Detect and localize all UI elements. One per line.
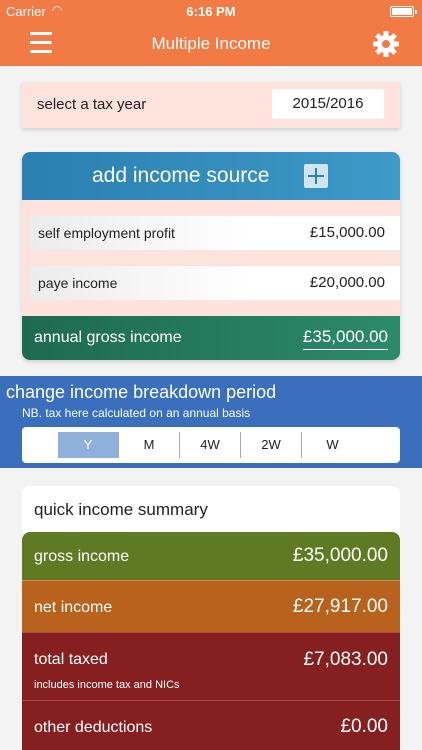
summary-net-label: net income [34,599,113,616]
period-option-year[interactable]: Y [58,432,119,458]
period-segmented-control: Y M 4W 2W W [22,427,400,463]
period-title: change income breakdown period [6,382,277,402]
summary-taxed-label: total taxed [34,651,108,668]
tax-year-label: select a tax year [37,96,147,113]
quick-income-summary: quick income summary gross income £35,00… [22,486,400,750]
income-source-name: self employment profit [38,225,175,241]
summary-net-income: net income £27,917.00 [22,580,400,632]
summary-other-amount: £0.00 [340,716,388,737]
annual-gross-income-label: annual gross income [34,329,182,346]
page-title: Multiple Income [151,34,271,53]
summary-gross-amount: £35,000.00 [292,545,388,566]
summary-taxed-amount: £7,083.00 [303,649,388,670]
battery-icon [390,6,417,17]
annual-gross-income-row: annual gross income £35,000.00 [22,316,400,360]
summary-net-amount: £27,917.00 [292,596,388,617]
annual-gross-income-amount: £35,000.00 [302,327,388,350]
income-breakdown-period: change income breakdown period NB. tax h… [0,376,422,468]
income-source-amount: £15,000.00 [309,224,385,241]
income-source-amount: £20,000.00 [309,274,385,291]
add-income-source-label: add income source [92,164,270,187]
clock: 6:16 PM [186,4,236,19]
summary-other-label: other deductions [34,719,153,736]
tax-year-selector[interactable]: select a tax year 2015/2016 [22,82,400,128]
status-bar: Carrier ◠ 6:16 PM [0,0,422,22]
plus-icon[interactable] [304,164,328,188]
income-source-row[interactable]: self employment profit £15,000.00 [30,216,400,250]
period-option-2-week[interactable]: 2W [241,432,302,458]
income-sources-card: add income source self employment profit… [22,152,400,360]
period-note: NB. tax here calculated on an annual bas… [22,406,251,420]
add-income-source-button[interactable]: add income source [22,152,400,200]
period-option-week[interactable]: W [302,432,363,458]
summary-gross-label: gross income [34,548,130,565]
income-source-row[interactable]: paye income £20,000.00 [30,266,400,300]
summary-other-deductions: other deductions £0.00 [22,700,400,750]
tax-year-value[interactable]: 2015/2016 [272,89,384,119]
summary-gross-income: gross income £35,000.00 [22,532,400,580]
income-source-name: paye income [38,275,118,291]
summary-title: quick income summary [34,500,208,519]
period-option-4-week[interactable]: 4W [180,432,241,458]
summary-total-taxed: total taxed £7,083.00 includes income ta… [22,632,400,700]
nav-bar: Multiple Income [0,22,422,66]
gear-icon[interactable] [372,30,400,58]
summary-taxed-note: includes income tax and NICs [34,679,180,691]
period-option-month[interactable]: M [119,432,180,458]
